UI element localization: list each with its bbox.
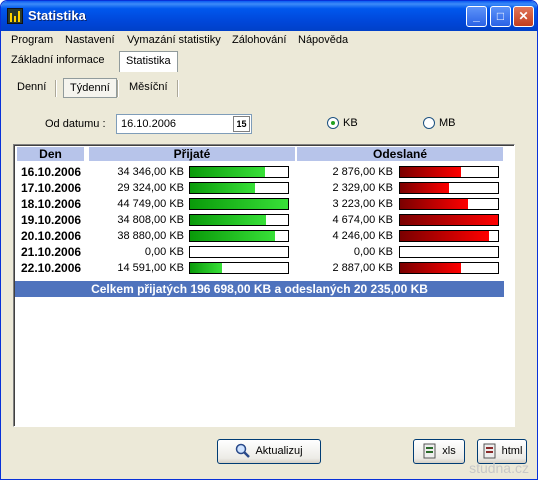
unit-kb-radio[interactable] <box>327 117 339 129</box>
calendar-icon[interactable]: 15 <box>233 116 250 132</box>
row-day: 17.10.2006 <box>21 181 82 195</box>
export-xls-button[interactable]: xls <box>413 439 465 464</box>
received-bar <box>189 262 289 274</box>
row-sent-value: 3 223,00 KB <box>332 198 393 210</box>
date-value: 16.10.2006 <box>121 118 177 130</box>
menu-zalohovani[interactable]: Zálohování <box>232 34 286 46</box>
row-received-value: 44 749,00 KB <box>117 198 184 210</box>
subtab-separator <box>117 80 119 97</box>
sent-bar <box>399 198 499 210</box>
header-day: Den <box>17 147 84 161</box>
sent-bar <box>399 214 499 226</box>
tab-mesicni[interactable]: Měsíční <box>123 78 174 98</box>
received-bar <box>189 166 289 178</box>
main-tabs: Základní informace Statistika <box>5 51 533 73</box>
received-bar <box>189 198 289 210</box>
title-bar[interactable]: Statistika _ □ ✕ <box>1 1 537 31</box>
minimize-icon[interactable]: _ <box>466 6 487 27</box>
refresh-label: Aktualizuj <box>255 445 303 457</box>
row-sent-value: 2 887,00 KB <box>332 262 393 274</box>
unit-kb-label[interactable]: KB <box>343 117 358 129</box>
sent-bar <box>399 166 499 178</box>
tab-tydenni[interactable]: Týdenní <box>63 78 117 98</box>
row-sent-value: 2 876,00 KB <box>332 166 393 178</box>
statistics-window: Statistika _ □ ✕ Program Nastavení Vymaz… <box>0 0 538 480</box>
sent-bar <box>399 182 499 194</box>
tab-statistika[interactable]: Statistika <box>119 51 178 72</box>
header-received: Přijaté <box>89 147 295 161</box>
row-sent-value: 4 246,00 KB <box>332 230 393 242</box>
row-sent-value: 2 329,00 KB <box>332 182 393 194</box>
row-day: 16.10.2006 <box>21 165 82 179</box>
received-bar-fill <box>190 167 266 177</box>
unit-mb-radio[interactable] <box>423 117 435 129</box>
close-icon[interactable]: ✕ <box>513 6 534 27</box>
received-bar <box>189 214 289 226</box>
row-day: 21.10.2006 <box>21 245 82 259</box>
calendar-badge: 15 <box>236 119 247 129</box>
export-xls-icon <box>422 443 438 459</box>
subtab-separator <box>177 80 179 97</box>
sent-bar-fill <box>400 167 461 177</box>
row-received-value: 34 346,00 KB <box>117 166 184 178</box>
sent-bar <box>399 262 499 274</box>
received-bar <box>189 246 289 258</box>
row-day: 18.10.2006 <box>21 197 82 211</box>
html-label: html <box>501 445 523 457</box>
menu-program[interactable]: Program <box>11 34 53 46</box>
row-sent-value: 4 674,00 KB <box>332 214 393 226</box>
row-received-value: 34 808,00 KB <box>117 214 184 226</box>
received-bar <box>189 230 289 242</box>
export-html-icon <box>482 443 498 459</box>
received-bar-fill <box>190 183 255 193</box>
row-received-value: 38 880,00 KB <box>117 230 184 242</box>
sent-bar <box>399 230 499 242</box>
watermark: studna.cz <box>469 460 529 476</box>
received-bar-fill <box>190 263 223 273</box>
row-received-value: 0,00 KB <box>144 246 184 258</box>
window-title: Statistika <box>28 8 86 23</box>
xls-label: xls <box>442 445 456 457</box>
refresh-button[interactable]: Aktualizuj <box>217 439 321 464</box>
row-day: 19.10.2006 <box>21 213 82 227</box>
unit-mb-label[interactable]: MB <box>439 117 456 129</box>
sent-bar-fill <box>400 183 449 193</box>
sent-bar-fill <box>400 263 461 273</box>
tab-denni[interactable]: Denní <box>11 78 52 98</box>
row-day: 22.10.2006 <box>21 261 82 275</box>
header-sent: Odeslané <box>297 147 503 161</box>
row-day: 20.10.2006 <box>21 229 82 243</box>
maximize-icon[interactable]: □ <box>490 6 511 27</box>
row-received-value: 14 591,00 KB <box>117 262 184 274</box>
date-label: Od datumu : <box>45 118 106 130</box>
row-sent-value: 0,00 KB <box>353 246 393 258</box>
sent-bar-fill <box>400 199 468 209</box>
app-chart-icon <box>7 8 23 24</box>
row-received-value: 29 324,00 KB <box>117 182 184 194</box>
total-summary: Celkem přijatých 196 698,00 KB a odeslan… <box>15 281 504 297</box>
menu-vymazani-statistiky[interactable]: Vymazání statistiky <box>127 34 221 46</box>
sent-bar <box>399 246 499 258</box>
received-bar-fill <box>190 231 276 241</box>
received-bar <box>189 182 289 194</box>
magnifier-icon <box>235 443 251 459</box>
sent-bar-fill <box>400 215 498 225</box>
menu-nastaveni[interactable]: Nastavení <box>65 34 115 46</box>
subtab-separator <box>55 80 57 97</box>
tab-zakladni-informace[interactable]: Základní informace <box>5 51 111 72</box>
date-input[interactable]: 16.10.2006 15 <box>116 114 252 134</box>
sent-bar-fill <box>400 231 490 241</box>
menu-napoveda[interactable]: Nápověda <box>298 34 348 46</box>
received-bar-fill <box>190 199 288 209</box>
received-bar-fill <box>190 215 267 225</box>
